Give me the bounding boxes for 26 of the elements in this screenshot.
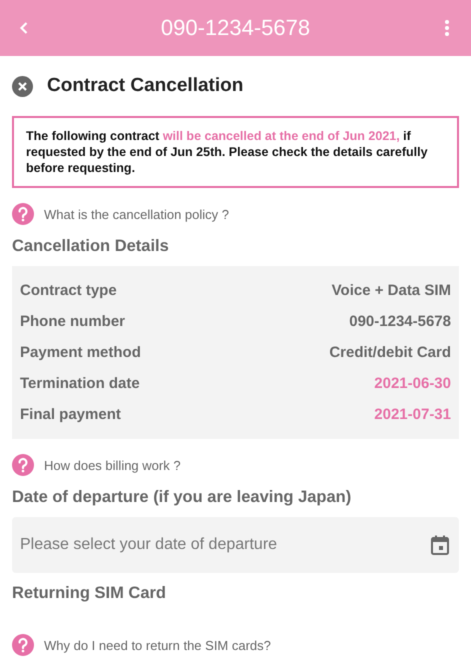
help-link[interactable]: Why do I need to return the SIM cards? [44, 638, 271, 652]
section-heading: Date of departure (if you are leaving Japan) [12, 486, 352, 508]
more-vertical-icon [444, 19, 450, 37]
detail-value: Credit/debit Card [329, 344, 451, 361]
help-icon [12, 454, 34, 476]
section-heading: Cancellation Details [12, 236, 170, 256]
detail-value: Voice + Data SIM [332, 282, 451, 299]
notice-message: The following contract will be cancelled at the end of Jun 2021, if requested by the end of Jun 25th. Please check the details carefully before requesting. [12, 116, 459, 188]
calendar-icon [431, 535, 449, 555]
help-link[interactable]: How does billing work ? [44, 458, 181, 472]
detail-value: 2021-07-31 [374, 406, 451, 423]
detail-label: Payment method [20, 344, 141, 361]
app-bar-title: 090-1234-5678 [160, 15, 310, 41]
detail-value: 2021-06-30 [374, 375, 451, 392]
detail-label: Termination date [20, 375, 140, 392]
detail-value: 090-1234-5678 [349, 313, 451, 330]
section-heading: Returning SIM Card [12, 582, 168, 604]
detail-label: Phone number [20, 313, 126, 330]
page-title: Contract Cancellation [47, 75, 244, 97]
help-link[interactable]: What is the cancellation policy ? [44, 206, 229, 222]
detail-label: Final payment [20, 406, 121, 423]
close-icon[interactable] [12, 76, 33, 96]
departure-date-field[interactable]: Please select your date of departure [12, 517, 459, 573]
detail-label: Contract type [20, 282, 117, 299]
help-icon [12, 634, 34, 656]
help-icon [12, 203, 34, 225]
